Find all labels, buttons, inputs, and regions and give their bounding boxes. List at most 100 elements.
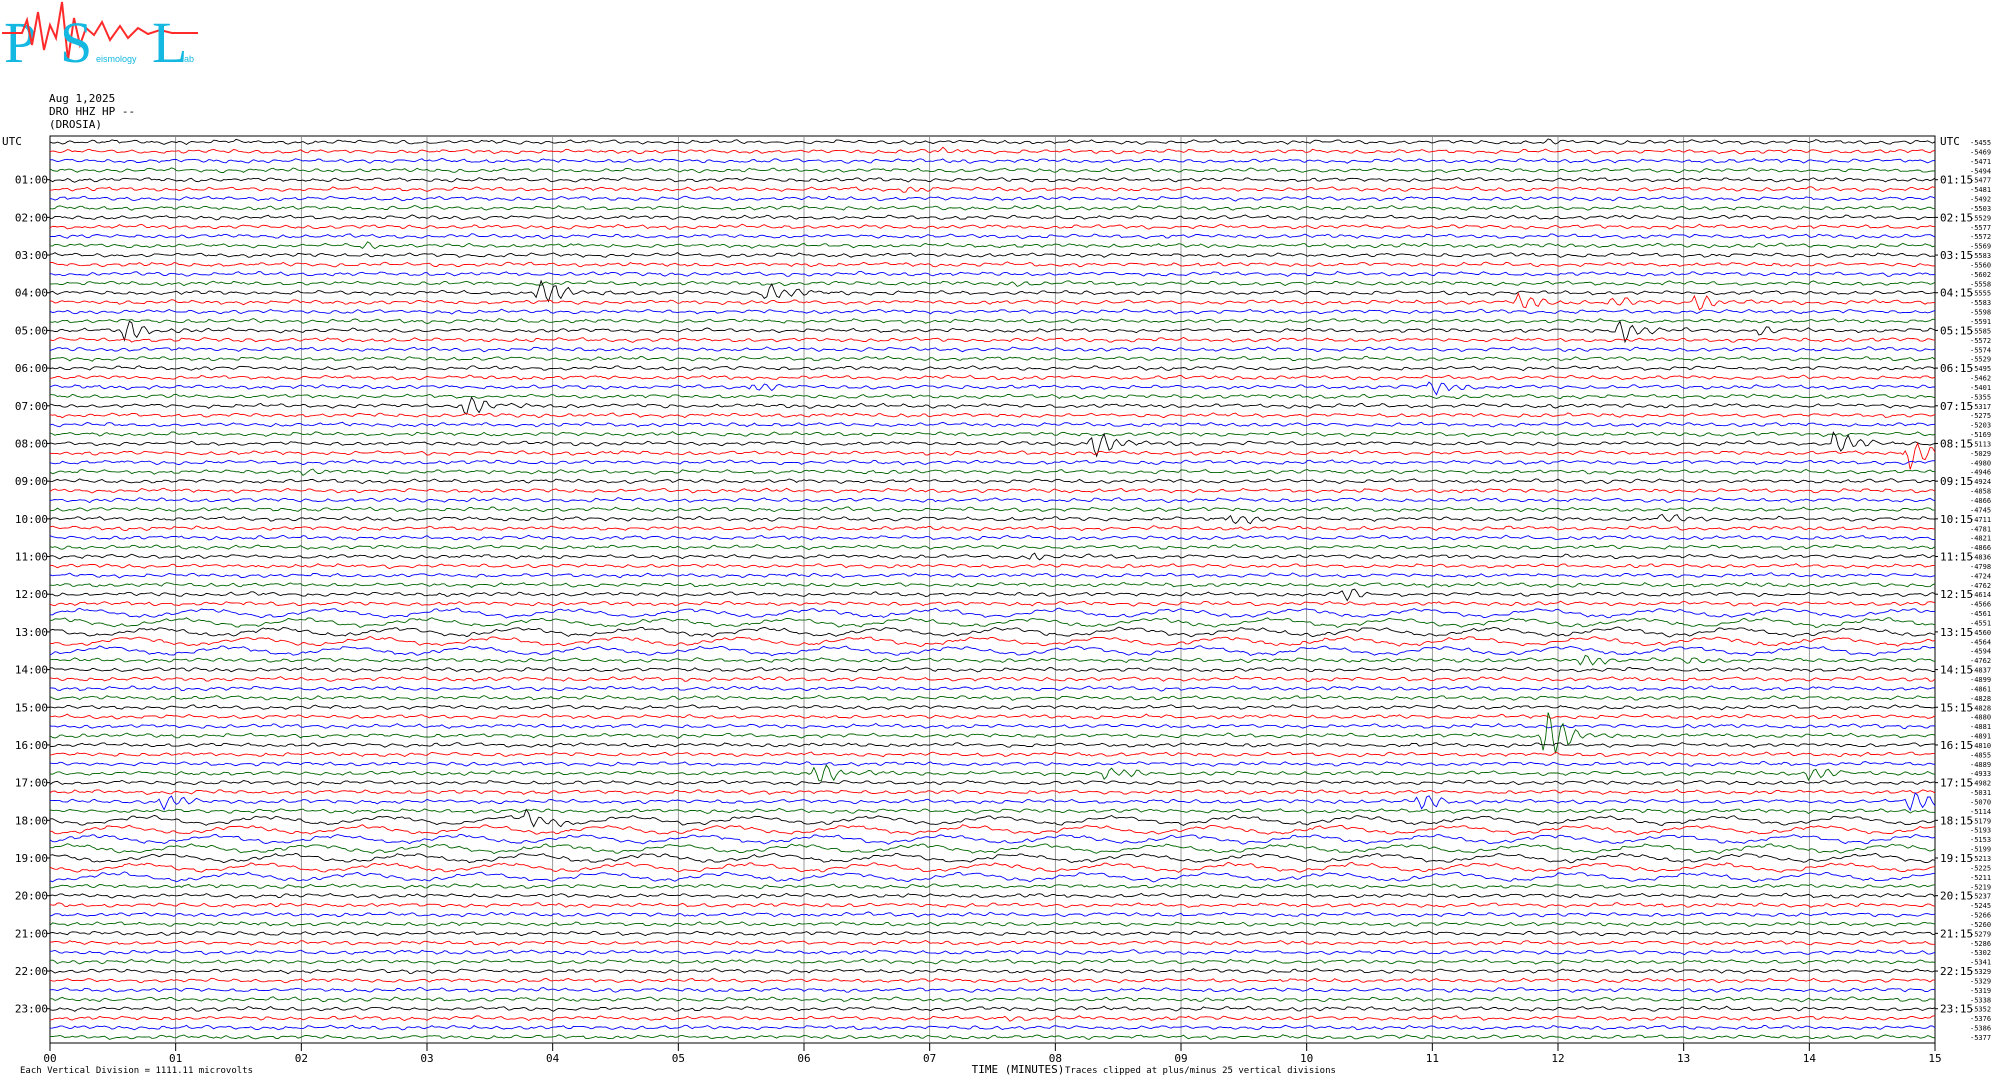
trace-offset-label-3: -5494 [1970,167,1991,175]
right-hour-label-07:15: 07:15 [1940,400,1973,413]
trace-row-6 [49,195,1936,202]
left-hour-label-19:00: 19:00 [15,852,48,865]
right-hour-label-15:15: 15:15 [1940,701,1973,714]
x-tick-label-01: 01 [169,1052,182,1065]
trace-offset-label-37: -4858 [1970,488,1991,496]
trace-row-46 [49,572,1936,579]
trace-offset-label-4: -5477 [1970,177,1991,185]
right-hour-label-22:15: 22:15 [1940,965,1973,978]
right-hour-label-17:15: 17:15 [1940,777,1973,790]
trace-row-69 [49,788,1936,795]
trace-row-5 [49,186,1936,193]
right-hour-label-08:15: 08:15 [1940,437,1973,450]
trace-row-44 [49,552,1936,561]
trace-offset-label-55: -4762 [1970,657,1991,665]
trace-offset-label-84: -5279 [1970,930,1991,938]
right-hour-label-09:15: 09:15 [1940,475,1973,488]
trace-offset-label-2: -5471 [1970,158,1991,166]
trace-offset-label-40: -4711 [1970,516,1991,524]
helicorder-plot: 00 01 02 03 04 05 06 07 08 09 10 11 12 13 14 15-5455-54… [2,135,1991,1076]
trace-row-24 [49,365,1936,372]
trace-row-48 [49,588,1936,602]
trace-row-90 [49,986,1936,993]
trace-offset-label-56: -4837 [1970,667,1991,675]
trace-row-64 [49,742,1936,748]
left-hour-label-14:00: 14:00 [15,664,48,677]
left-hour-label-13:00: 13:00 [15,626,48,639]
trace-offset-label-13: -5560 [1970,261,1991,269]
footer-scale-note: Each Vertical Division = 1111.11 microvo… [20,1066,253,1076]
trace-offset-label-30: -5203 [1970,422,1991,430]
trace-row-67 [49,764,1936,782]
right-hour-label-05:15: 05:15 [1940,324,1973,337]
left-hour-label-03:00: 03:00 [15,249,48,262]
trace-offset-label-32: -5113 [1970,440,1991,448]
trace-offset-label-68: -4982 [1970,780,1991,788]
trace-offset-label-75: -5199 [1970,846,1991,854]
trace-offset-label-92: -5352 [1970,1006,1991,1014]
trace-offset-label-83: -5260 [1970,921,1991,929]
trace-offset-label-95: -5377 [1970,1034,1991,1042]
trace-offset-label-94: -5386 [1970,1025,1991,1033]
left-hour-label-04:00: 04:00 [15,287,48,300]
x-tick-label-07: 07 [923,1052,936,1065]
trace-row-43 [49,544,1936,551]
trace-offset-label-91: -5338 [1970,996,1991,1004]
trace-offset-label-69: -5031 [1970,789,1991,797]
right-hour-label-11:15: 11:15 [1940,551,1973,564]
trace-offset-label-89: -5329 [1970,977,1991,985]
x-tick-label-14: 14 [1803,1052,1817,1065]
trace-offset-label-46: -4724 [1970,572,1991,580]
trace-offset-label-43: -4866 [1970,544,1991,552]
trace-offset-label-88: -5329 [1970,968,1991,976]
trace-row-86 [49,949,1936,956]
trace-offset-label-22: -5574 [1970,346,1991,354]
x-tick-label-09: 09 [1174,1052,1187,1065]
trace-row-54 [49,645,1936,657]
trace-row-35 [49,468,1936,477]
left-hour-label-15:00: 15:00 [15,701,48,714]
trace-row-55 [49,654,1936,666]
trace-row-21 [49,336,1936,343]
trace-row-52 [49,626,1936,638]
trace-row-1 [49,146,1936,155]
x-tick-label-10: 10 [1300,1052,1313,1065]
trace-offset-label-64: -4810 [1970,742,1991,750]
trace-offset-label-20: -5585 [1970,327,1991,335]
right-hour-label-03:15: 03:15 [1940,249,1973,262]
trace-offset-label-49: -4566 [1970,601,1991,609]
trace-offset-label-79: -5219 [1970,883,1991,891]
trace-row-31 [49,431,1936,437]
left-hour-label-09:00: 09:00 [15,475,48,488]
right-hour-label-18:15: 18:15 [1940,814,1973,827]
trace-offset-label-44: -4836 [1970,554,1991,562]
trace-offset-label-15: -5558 [1970,280,1991,288]
trace-offset-label-48: -4614 [1970,591,1991,599]
trace-row-2 [49,157,1936,164]
trace-offset-label-28: -5317 [1970,403,1991,411]
trace-row-27 [49,393,1936,400]
right-hour-label-13:15: 13:15 [1940,626,1973,639]
trace-offset-label-5: -5481 [1970,186,1991,194]
trace-row-11 [50,241,1936,250]
x-tick-label-05: 05 [672,1052,685,1065]
left-hour-label-12:00: 12:00 [15,588,48,601]
trace-offset-label-9: -5577 [1970,224,1991,232]
trace-offset-label-58: -4861 [1970,685,1991,693]
trace-row-28 [49,396,1936,415]
trace-offset-label-80: -5237 [1970,893,1991,901]
trace-row-29 [49,412,1936,419]
trace-offset-label-12: -5583 [1970,252,1991,260]
x-tick-label-13: 13 [1677,1052,1690,1065]
trace-row-12 [49,252,1936,258]
trace-row-78 [49,871,1936,883]
trace-offset-label-0: -5455 [1970,139,1991,147]
trace-offset-label-7: -5503 [1970,205,1991,213]
trace-row-32 [49,431,1936,458]
trace-offset-label-66: -4889 [1970,761,1991,769]
trace-row-25 [49,374,1936,381]
trace-row-4 [49,176,1936,183]
trace-offset-label-70: -5070 [1970,798,1991,806]
left-hour-label-16:00: 16:00 [15,739,48,752]
left-axis-utc-label: UTC [2,135,22,148]
